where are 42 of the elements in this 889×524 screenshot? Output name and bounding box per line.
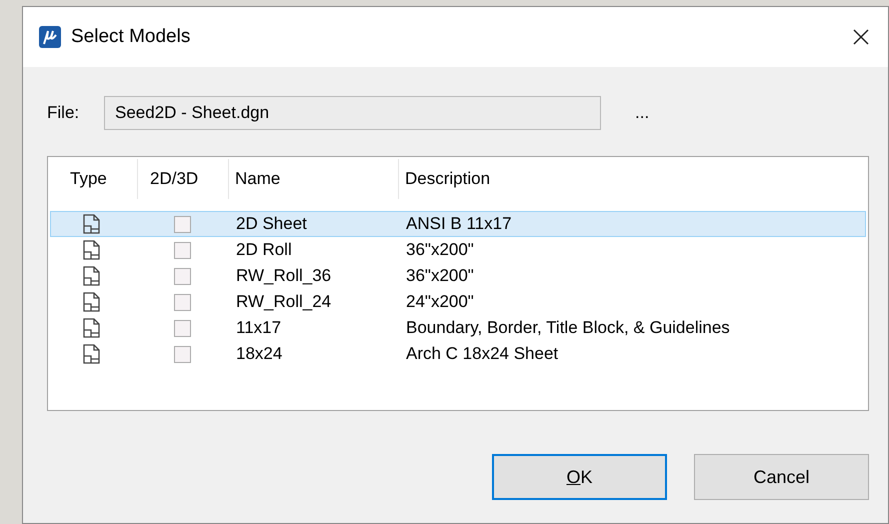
model-description: Boundary, Border, Title Block, & Guidelines: [406, 318, 730, 338]
model-description: 36"x200": [406, 266, 474, 286]
model-description: ANSI B 11x17: [406, 214, 512, 234]
model-name: RW_Roll_24: [236, 292, 332, 312]
checkbox[interactable]: [174, 294, 191, 310]
sheet-icon: [82, 266, 102, 286]
checkbox[interactable]: [174, 346, 191, 362]
column-header[interactable]: Description: [399, 159, 866, 199]
sheet-icon: [82, 214, 102, 234]
sheet-icon: [82, 240, 102, 260]
model-name: 18x24: [236, 344, 282, 364]
checkbox[interactable]: [174, 242, 191, 258]
dialog-button[interactable]: OK: [492, 454, 667, 500]
app-logo-icon: [39, 26, 61, 48]
file-label: File:: [47, 102, 80, 124]
model-row[interactable]: RW_Roll_36 36"x200": [50, 263, 866, 289]
checkbox[interactable]: [174, 216, 191, 232]
model-name: 11x17: [236, 318, 282, 338]
column-header[interactable]: Type: [50, 159, 138, 199]
browse-button[interactable]: ...: [631, 100, 654, 126]
model-row[interactable]: 2D Roll 36"x200": [50, 237, 866, 263]
file-field[interactable]: Seed2D - Sheet.dgn: [104, 96, 601, 130]
column-header[interactable]: Name: [229, 159, 399, 199]
checkbox[interactable]: [174, 268, 191, 284]
column-header[interactable]: 2D/3D: [138, 159, 229, 199]
window-title: Select Models: [71, 24, 190, 49]
model-name: RW_Roll_36: [236, 266, 332, 286]
sheet-icon: [82, 318, 102, 338]
model-description: 24"x200": [406, 292, 474, 312]
close-icon[interactable]: [852, 28, 870, 46]
checkbox[interactable]: [174, 320, 191, 336]
model-name: 2D Sheet: [236, 214, 307, 234]
model-row[interactable]: 2D Sheet ANSI B 11x17: [50, 211, 866, 237]
sheet-icon: [82, 292, 102, 312]
model-name: 2D Roll: [236, 240, 292, 260]
sheet-icon: [82, 344, 102, 364]
model-row[interactable]: 11x17 Boundary, Border, Title Block, & Guidelines: [50, 315, 866, 341]
dialog-button[interactable]: Cancel: [694, 454, 869, 500]
model-description: Arch C 18x24 Sheet: [406, 344, 558, 364]
model-row[interactable]: RW_Roll_24 24"x200": [50, 289, 866, 315]
model-description: 36"x200": [406, 240, 474, 260]
model-row[interactable]: 18x24 Arch C 18x24 Sheet: [50, 341, 866, 367]
